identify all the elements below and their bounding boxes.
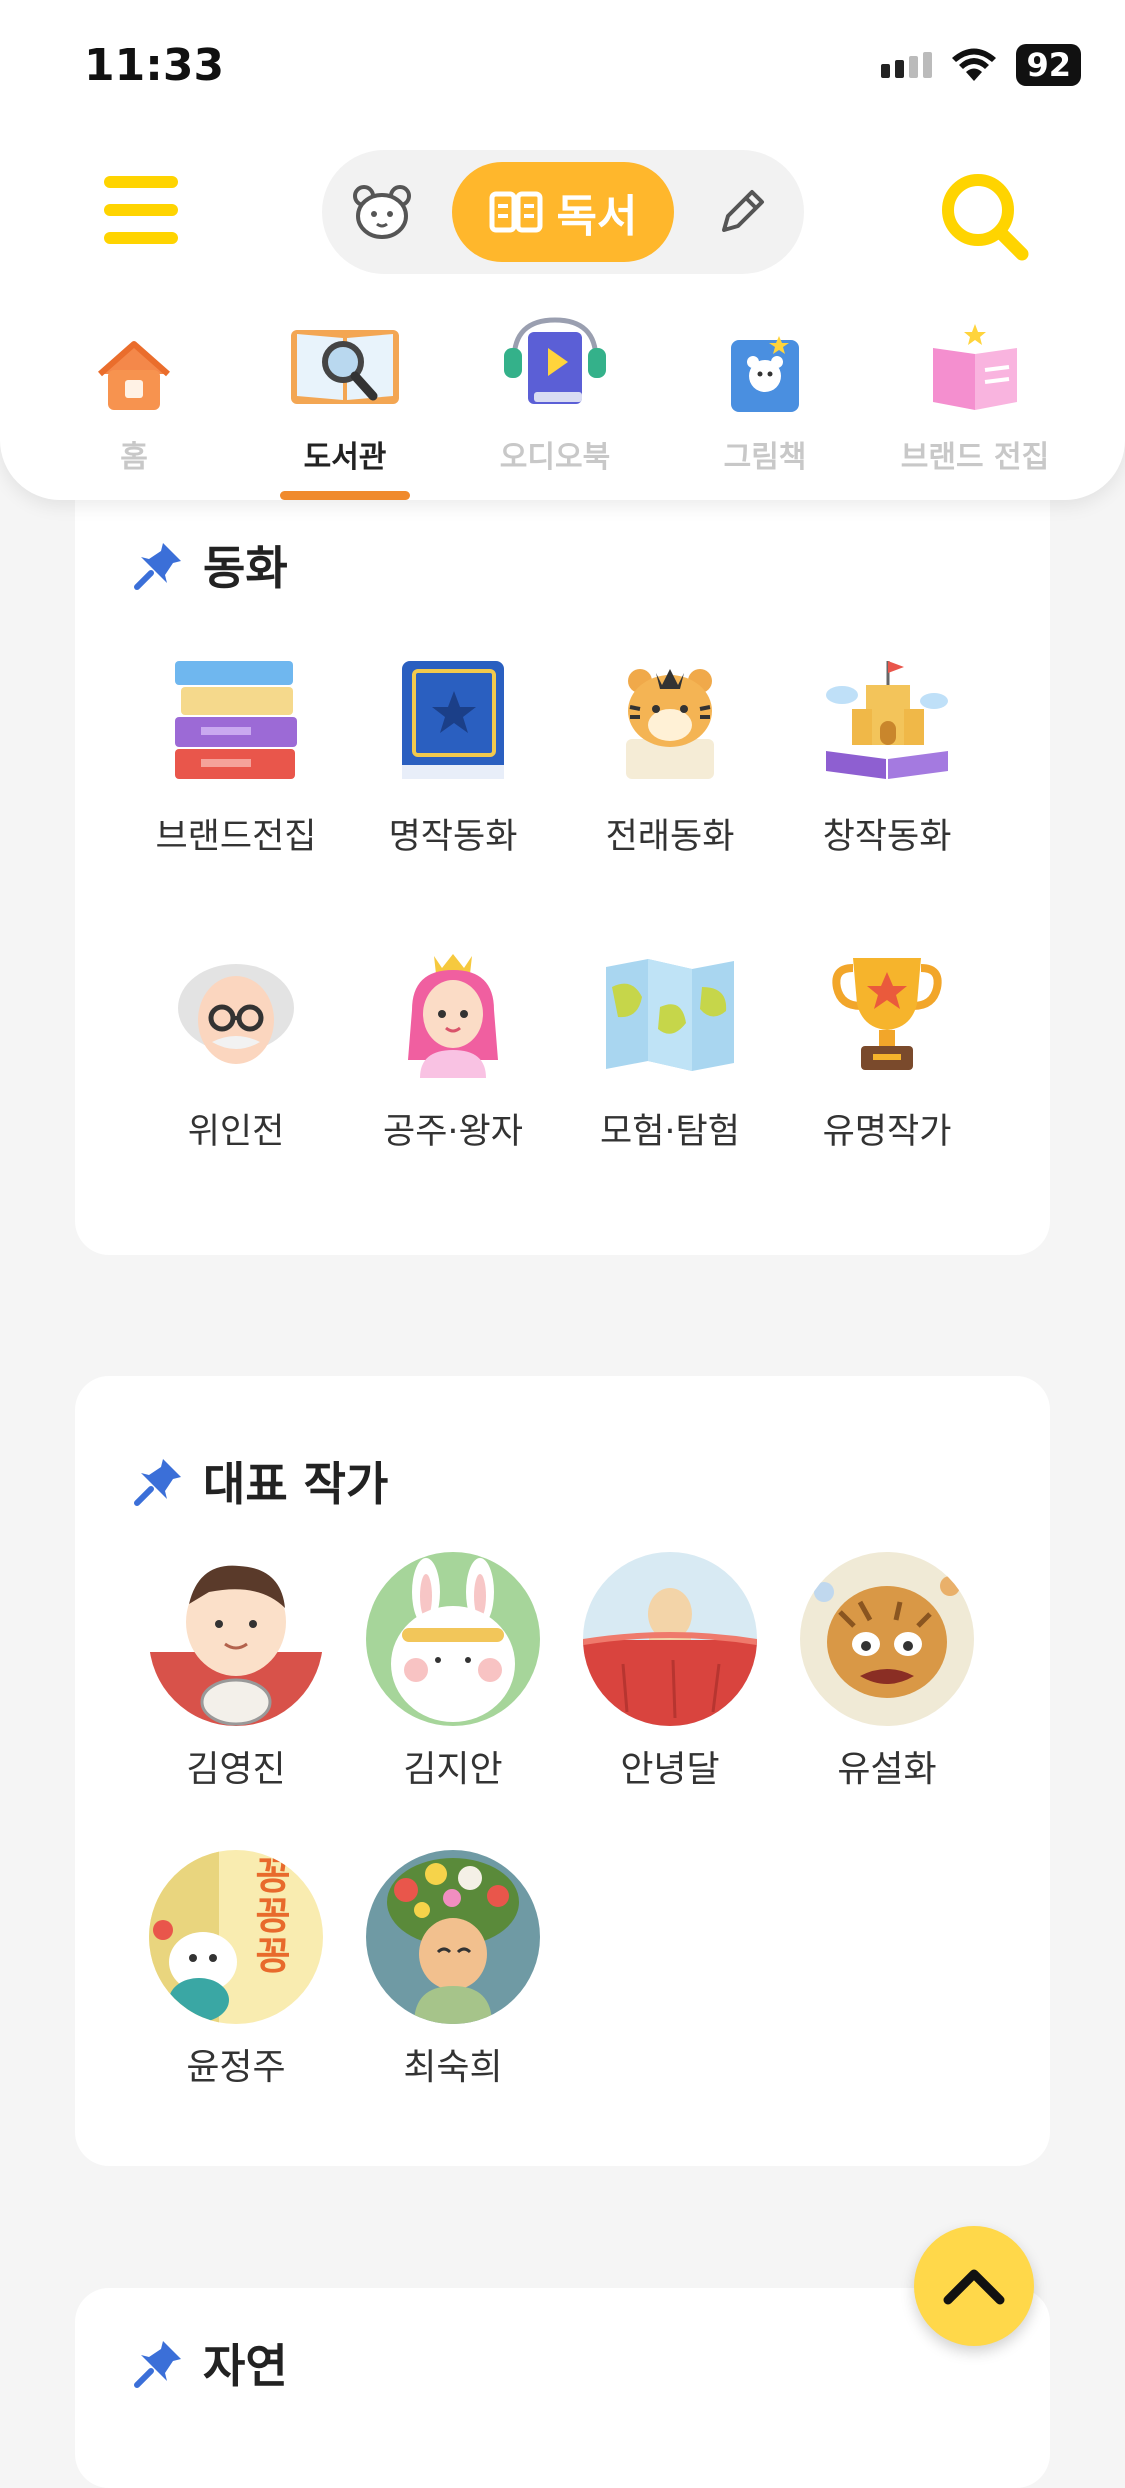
category-biography[interactable]: 위인전 (126, 945, 346, 1154)
author-name: 안녕달 (620, 1749, 720, 1790)
section-title-text: 대표 작가 (203, 1457, 389, 1511)
star-book-icon (343, 650, 563, 790)
scroll-to-top-button[interactable] (914, 2226, 1034, 2346)
category-famous-authors[interactable]: 유명작가 (777, 945, 997, 1154)
tab-label: 그림책 (723, 440, 807, 475)
section-title: 대표 작가 (133, 1448, 388, 1514)
reading-mode-button[interactable]: 독서 (452, 162, 674, 262)
picture-book-icon (675, 316, 855, 414)
category-label: 위인전 (187, 1112, 285, 1152)
battery-level: 92 (1016, 44, 1081, 86)
author-item[interactable]: 꽁꽁꽁 윤정주 (126, 1850, 346, 2090)
category-classic-tales[interactable]: 명작동화 (343, 650, 563, 859)
category-adventure[interactable]: 모험·탐험 (560, 945, 780, 1154)
cellular-signal-icon (881, 52, 933, 78)
author-name: 유설화 (837, 1749, 937, 1790)
author-name: 김영진 (186, 1749, 286, 1790)
author-name: 김지안 (403, 1749, 503, 1790)
author-name: 최숙희 (403, 2047, 503, 2088)
category-creative-tales[interactable]: 창작동화 (777, 650, 997, 859)
brand-book-icon (885, 316, 1065, 414)
mode-switch: 독서 (322, 150, 804, 274)
tab-home[interactable]: 홈 (44, 316, 224, 476)
wifi-icon (952, 48, 997, 81)
tiger-icon (560, 650, 780, 790)
scientist-icon (126, 945, 346, 1085)
tab-picture-book[interactable]: 그림책 (675, 316, 855, 476)
author-avatar (800, 1552, 974, 1726)
author-avatar (366, 1552, 540, 1726)
author-item[interactable]: 김영진 (126, 1552, 346, 1792)
category-label: 브랜드전집 (155, 817, 317, 857)
search-icon[interactable] (936, 168, 1036, 268)
category-folk-tales[interactable]: 전래동화 (560, 650, 780, 859)
section-title: 동화 (133, 532, 288, 598)
tab-library[interactable]: 도서관 (255, 316, 435, 476)
tab-audiobook[interactable]: 오디오북 (465, 316, 645, 476)
nature-card: 자연 (75, 2288, 1050, 2488)
pin-icon (134, 543, 181, 590)
audiobook-icon (465, 316, 645, 414)
fairy-tale-card: 동화 브랜드전집 명작동화 전래동화 창작동화 위인전 공주·왕자 모험·탐험 … (75, 440, 1050, 1255)
author-item[interactable]: 안녕달 (560, 1552, 780, 1792)
pencil-icon[interactable] (706, 176, 778, 248)
status-icons: 92 (881, 44, 1081, 86)
section-title-text: 동화 (203, 541, 288, 595)
section-title: 자연 (133, 2330, 288, 2396)
princess-icon (343, 945, 563, 1085)
section-title-text: 자연 (203, 2339, 288, 2393)
map-icon (560, 945, 780, 1085)
menu-button[interactable] (104, 176, 178, 244)
chevron-up-icon (943, 2269, 1005, 2305)
tab-label: 도서관 (303, 440, 387, 475)
top-header: 11:33 92 독서 홈 도서관 오디오북 그림책 브랜드 전집 (0, 0, 1125, 500)
pin-icon (134, 1459, 181, 1506)
reading-mode-label: 독서 (556, 191, 638, 242)
category-label: 전래동화 (605, 817, 735, 857)
category-label: 모험·탐험 (600, 1112, 740, 1152)
bear-face-icon[interactable] (346, 176, 418, 248)
author-item[interactable]: 유설화 (777, 1552, 997, 1792)
status-time: 11:33 (84, 40, 225, 91)
trophy-icon (777, 945, 997, 1085)
active-tab-indicator (280, 491, 410, 500)
author-item[interactable]: 최숙희 (343, 1850, 563, 2090)
open-book-icon (489, 191, 543, 233)
category-label: 공주·왕자 (383, 1112, 523, 1152)
author-avatar: 꽁꽁꽁 (149, 1850, 323, 2024)
author-avatar (149, 1552, 323, 1726)
house-icon (44, 316, 224, 414)
featured-authors-card: 대표 작가 김영진 김지안 안녕달 유설화 꽁꽁꽁 윤정주 최숙희 (75, 1376, 1050, 2166)
tab-label: 브랜드 전집 (900, 440, 1050, 475)
author-item[interactable]: 김지안 (343, 1552, 563, 1792)
category-brand-collection[interactable]: 브랜드전집 (126, 650, 346, 859)
author-avatar (366, 1850, 540, 2024)
library-book-icon (255, 316, 435, 414)
stacked-books-icon (126, 650, 346, 790)
category-label: 유명작가 (822, 1112, 952, 1152)
pin-icon (134, 2341, 181, 2388)
category-princess-prince[interactable]: 공주·왕자 (343, 945, 563, 1154)
castle-book-icon (777, 650, 997, 790)
tab-brand-collection[interactable]: 브랜드 전집 (885, 316, 1065, 476)
tab-label: 오디오북 (499, 440, 611, 475)
tab-label: 홈 (120, 440, 148, 475)
category-label: 창작동화 (822, 817, 952, 857)
author-name: 윤정주 (186, 2047, 286, 2088)
author-avatar (583, 1552, 757, 1726)
author-art-text: 꽁꽁꽁 (255, 1854, 291, 1978)
category-label: 명작동화 (388, 817, 518, 857)
